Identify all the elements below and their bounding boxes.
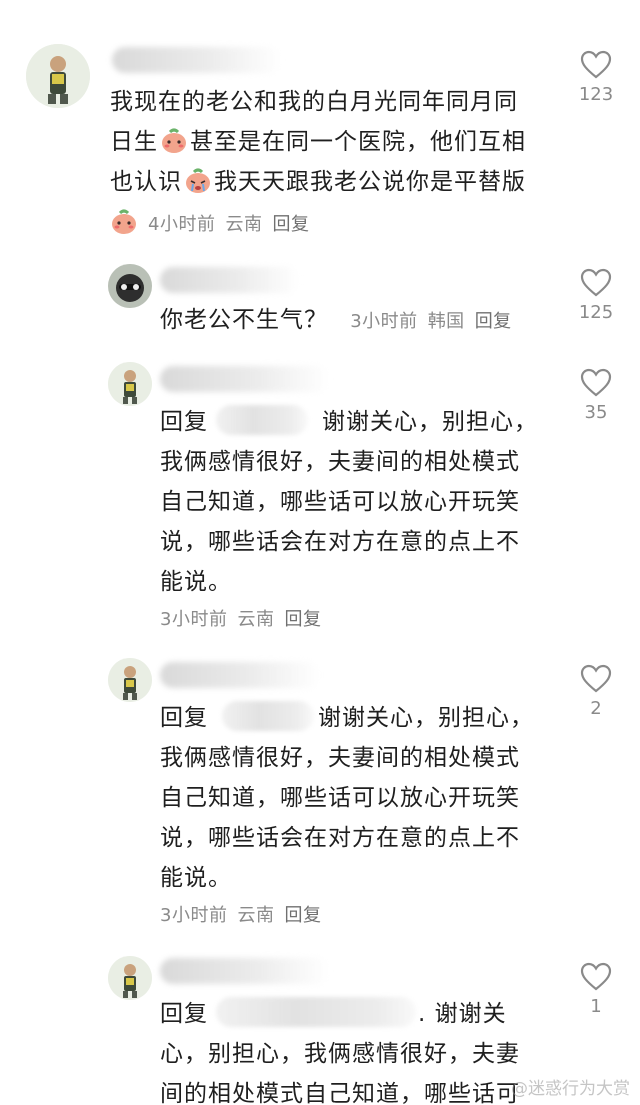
mention-redacted[interactable]: [216, 405, 308, 435]
comment-meta: 4小时前 云南 回复: [110, 208, 319, 236]
comment-body: 你老公不生气？ 3小时前 韩国 回复: [160, 300, 580, 342]
like-count: 125: [578, 302, 614, 323]
like-button[interactable]: 123: [568, 50, 624, 105]
mention-redacted[interactable]: [222, 701, 314, 731]
avatar[interactable]: [108, 264, 152, 308]
comment-body: 回复 谢谢关心，别担心， 我俩感情很好，夫妻间的相处模式 自己知道，哪些话可以放心…: [160, 402, 580, 602]
like-button[interactable]: 125: [568, 268, 624, 323]
username-redacted[interactable]: [160, 958, 330, 984]
username-redacted[interactable]: [160, 267, 300, 293]
avatar-image: [108, 362, 152, 406]
reply-button[interactable]: 回复: [475, 311, 512, 332]
avatar[interactable]: [108, 362, 152, 406]
comment-meta: 3小时前 韩国 回复: [344, 311, 522, 332]
comment-1: 我现在的老公和我的白月光同年同月同 日生 甚至是在同一个医院，他们互相 也认识 …: [0, 0, 640, 250]
avatar[interactable]: [108, 956, 152, 1000]
username-redacted[interactable]: [160, 366, 330, 392]
like-count: 1: [590, 996, 602, 1017]
avatar[interactable]: [26, 44, 90, 108]
comment-4: 回复 谢谢关心，别担心， 我俩感情很好，夫妻间的相处模式 自己知道，哪些话可以放心…: [0, 650, 640, 950]
comment-body: 我现在的老公和我的白月光同年同月同 日生 甚至是在同一个医院，他们互相 也认识 …: [110, 89, 526, 195]
like-button[interactable]: 1: [568, 962, 624, 1017]
like-button[interactable]: 35: [568, 368, 624, 423]
comment-location: 云南: [237, 905, 275, 926]
like-count: 123: [578, 84, 614, 105]
blushing-face-sticker-icon: [160, 127, 188, 155]
reply-prefix: 回复: [160, 1001, 208, 1027]
comment-location: 韩国: [427, 311, 465, 332]
blushing-face-sticker-icon: [110, 208, 138, 236]
reply-prefix: 回复: [160, 705, 208, 731]
like-count: 35: [584, 402, 608, 423]
comment-time: 3小时前: [350, 311, 418, 332]
username-redacted[interactable]: [112, 47, 282, 73]
heart-outline-icon: [580, 50, 612, 79]
reply-button[interactable]: 回复: [284, 905, 321, 926]
heart-outline-icon: [580, 368, 612, 397]
like-count: 2: [590, 698, 602, 719]
comment-meta: 3小时前 云南 回复: [160, 605, 331, 631]
mention-redacted[interactable]: [216, 997, 416, 1027]
comment-meta: 3小时前 云南 回复: [160, 901, 331, 927]
username-redacted[interactable]: [160, 662, 320, 688]
reply-prefix: 回复: [160, 409, 208, 435]
avatar-image: [108, 658, 152, 702]
comment-body: 回复 谢谢关心，别担心， 我俩感情很好，夫妻间的相处模式 自己知道，哪些话可以放心…: [160, 698, 580, 898]
heart-outline-icon: [580, 962, 612, 991]
avatar-image: [108, 264, 152, 308]
crying-face-sticker-icon: [184, 167, 212, 195]
comment-3: 回复 谢谢关心，别担心， 我俩感情很好，夫妻间的相处模式 自己知道，哪些话可以放心…: [0, 350, 640, 650]
comment-2: 你老公不生气？ 3小时前 韩国 回复 125: [0, 250, 640, 350]
watermark: @迷惑行为大赏: [511, 1079, 630, 1099]
heart-outline-icon: [580, 268, 612, 297]
avatar-image: [26, 44, 90, 108]
reply-button[interactable]: 回复: [272, 214, 309, 235]
comment-time: 4小时前: [148, 214, 216, 235]
reply-button[interactable]: 回复: [284, 609, 321, 630]
comment-location: 云南: [225, 214, 263, 235]
comment-time: 3小时前: [160, 609, 228, 630]
like-button[interactable]: 2: [568, 664, 624, 719]
avatar[interactable]: [108, 658, 152, 702]
heart-outline-icon: [580, 664, 612, 693]
comment-time: 3小时前: [160, 905, 228, 926]
comment-location: 云南: [237, 609, 275, 630]
avatar-image: [108, 956, 152, 1000]
